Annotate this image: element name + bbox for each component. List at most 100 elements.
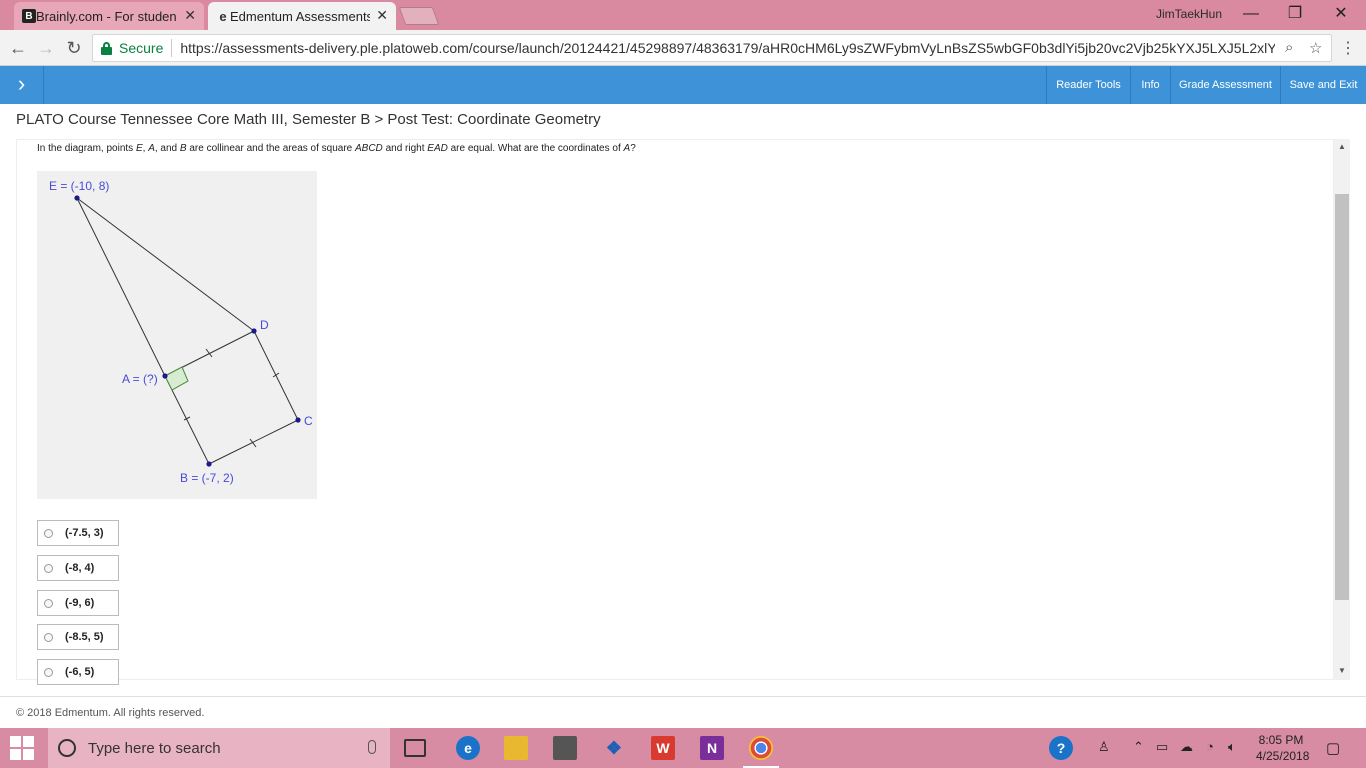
people-icon[interactable]: ♙ (1098, 739, 1110, 755)
close-window-icon[interactable]: ✕ (1326, 4, 1356, 26)
divider (171, 39, 173, 57)
label-D: D (260, 318, 269, 332)
diagram-labels: E = (-10, 8) D A = (?) C B = (-7, 2) (49, 179, 313, 485)
square-name: ABCD (355, 143, 383, 154)
profile-name[interactable]: JimTaekHun (1156, 7, 1222, 21)
microphone-icon[interactable] (368, 740, 376, 754)
reload-icon[interactable]: ↻ (62, 36, 86, 60)
radio-button[interactable] (44, 528, 53, 538)
answer-choice[interactable]: (-8.5, 5) (37, 624, 119, 650)
help-icon[interactable]: ? (1049, 736, 1073, 760)
question-text-part: and right (382, 143, 428, 154)
answer-choice[interactable]: (-9, 6) (37, 590, 119, 616)
choice-label: (-6, 5) (65, 666, 95, 678)
radio-button[interactable] (44, 667, 53, 677)
wifi-icon[interactable]: ◔ (1206, 739, 1214, 754)
tab-label: Edmentum Assessments (230, 8, 370, 24)
breadcrumb: PLATO Course Tennessee Core Math III, Se… (16, 111, 601, 128)
browser-toolbar: ← → ↻ Secure https://assessments-deliver… (0, 30, 1366, 66)
wps-office-icon[interactable]: W (651, 736, 675, 760)
back-icon[interactable]: ← (6, 36, 30, 60)
scrollbar-thumb[interactable] (1335, 194, 1349, 600)
segment-ED (76, 197, 255, 332)
store-icon[interactable] (553, 736, 577, 760)
minimize-icon[interactable]: — (1236, 4, 1266, 26)
forward-icon[interactable]: → (34, 36, 58, 60)
choice-label: (-8, 4) (65, 562, 95, 574)
close-icon[interactable]: ✕ (184, 7, 196, 24)
assessment-header: › Reader Tools Info Grade Assessment Sav… (0, 66, 1366, 104)
point-name: A (148, 143, 155, 154)
label-C: C (304, 414, 313, 428)
point-A (162, 373, 168, 379)
tab-edmentum[interactable]: e Edmentum Assessments ✕ (208, 2, 396, 30)
label-A: A = (?) (122, 372, 158, 386)
system-clock[interactable]: 8:05 PM 4/25/2018 (1256, 732, 1310, 764)
radio-button[interactable] (44, 598, 53, 608)
brainly-favicon-icon: B (22, 9, 36, 23)
save-and-exit-button[interactable]: Save and Exit (1280, 66, 1366, 104)
bookmark-star-icon[interactable]: ☆ (1309, 39, 1322, 57)
zoom-icon[interactable]: ⌕ (1285, 39, 1293, 56)
question-text-part: , and (154, 143, 180, 154)
chevron-up-icon[interactable]: ⌃ (1133, 739, 1144, 755)
scroll-down-icon[interactable]: ▼ (1336, 666, 1348, 676)
point-name: E (135, 143, 143, 154)
question-text: In the diagram, points E, A, and B are c… (37, 143, 636, 154)
address-bar[interactable]: Secure https://assessments-delivery.ple.… (92, 34, 1332, 62)
cortana-icon (58, 739, 76, 757)
windows-taskbar: Type here to search e ❖ W N ? ♙ ⌃ ▭ ☁ ◔ … (0, 728, 1366, 768)
triangle-name: EAD (427, 143, 448, 154)
segment-EB (76, 197, 166, 377)
point-E (74, 195, 80, 201)
answer-choice[interactable]: (-7.5, 3) (37, 520, 119, 546)
segment-CB (208, 419, 299, 465)
point-D (251, 328, 257, 334)
action-center-icon[interactable]: ▢ (1326, 739, 1340, 757)
taskbar-search-box[interactable]: Type here to search (48, 728, 390, 768)
label-E: E = (-10, 8) (49, 179, 109, 193)
browser-tab-strip: B Brainly.com - For students ✕ e Edmentu… (0, 0, 1366, 30)
grade-assessment-button[interactable]: Grade Assessment (1170, 66, 1280, 104)
lock-icon (101, 41, 112, 55)
choice-label: (-8.5, 5) (65, 631, 104, 643)
tab-brainly[interactable]: B Brainly.com - For students ✕ (14, 2, 204, 30)
volume-icon[interactable]: 🔈︎ (1228, 739, 1236, 755)
expand-chevron-icon[interactable]: › (0, 66, 44, 104)
right-angle-marker (164, 366, 189, 391)
answer-choice[interactable]: (-6, 5) (37, 659, 119, 685)
chrome-menu-icon[interactable]: ⋮ (1340, 38, 1356, 58)
point-B (206, 461, 212, 467)
battery-icon[interactable]: ▭ (1156, 739, 1168, 755)
geometry-diagram: E = (-10, 8) D A = (?) C B = (-7, 2) (37, 171, 317, 499)
restore-icon[interactable]: ❐ (1280, 4, 1310, 26)
reader-tools-button[interactable]: Reader Tools (1046, 66, 1130, 104)
diagram-svg: E = (-10, 8) D A = (?) C B = (-7, 2) (49, 179, 313, 485)
secure-label: Secure (119, 40, 164, 56)
chrome-icon[interactable] (743, 736, 779, 768)
scroll-up-icon[interactable]: ▲ (1336, 142, 1348, 152)
dropbox-icon[interactable]: ❖ (602, 736, 626, 760)
clock-time: 8:05 PM (1258, 733, 1304, 747)
radio-button[interactable] (44, 632, 53, 642)
radio-button[interactable] (44, 563, 53, 573)
answer-choice[interactable]: (-8, 4) (37, 555, 119, 581)
url-text[interactable]: https://assessments-delivery.ple.platowe… (180, 40, 1275, 56)
choice-label: (-7.5, 3) (65, 527, 104, 539)
file-explorer-icon[interactable] (504, 736, 528, 760)
question-text-part: are collinear and the areas of square (186, 143, 355, 154)
close-icon[interactable]: ✕ (376, 7, 388, 24)
clock-date: 4/25/2018 (1256, 749, 1310, 763)
info-button[interactable]: Info (1130, 66, 1170, 104)
question-text-part: In the diagram, points (37, 143, 136, 154)
new-tab-button[interactable] (398, 7, 440, 25)
onenote-icon[interactable]: N (700, 736, 724, 760)
question-text-part: ? (630, 143, 636, 154)
question-panel: In the diagram, points E, A, and B are c… (16, 139, 1334, 685)
search-placeholder: Type here to search (88, 739, 221, 757)
edmentum-favicon-icon: e (219, 8, 227, 24)
windows-start-icon[interactable] (10, 736, 34, 760)
edge-icon[interactable]: e (456, 736, 480, 760)
task-view-icon[interactable] (404, 739, 426, 757)
onedrive-icon[interactable]: ☁ (1180, 739, 1193, 755)
